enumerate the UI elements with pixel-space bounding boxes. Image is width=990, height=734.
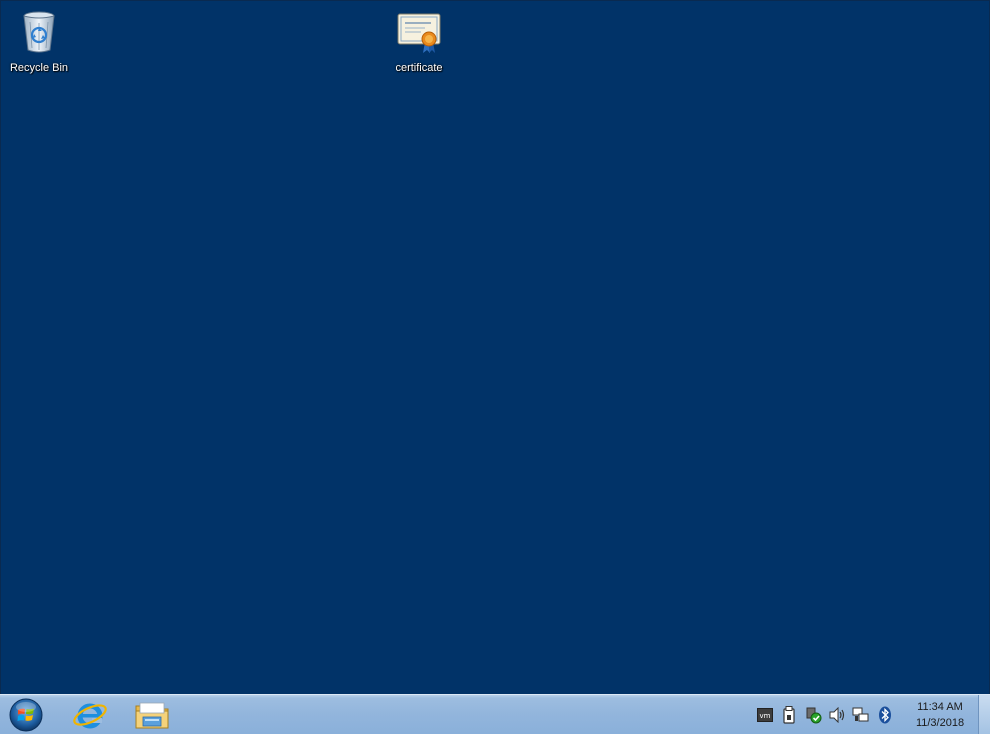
taskbar: vm 11:34 AM 11/3/2018 <box>0 694 990 734</box>
taskbar-pin-internet-explorer[interactable] <box>68 697 112 733</box>
clock-date: 11/3/2018 <box>915 717 965 729</box>
start-button[interactable] <box>8 698 44 732</box>
svg-text:vm: vm <box>760 712 771 720</box>
bluetooth-icon <box>879 706 891 724</box>
usb-device-icon <box>783 706 795 724</box>
system-tray: vm <box>755 695 895 734</box>
taskbar-clock[interactable]: 11:34 AM 11/3/2018 <box>906 699 974 731</box>
taskbar-pin-file-explorer[interactable] <box>130 697 174 733</box>
tray-item-network[interactable] <box>851 705 871 725</box>
windows-orb-icon <box>9 698 43 732</box>
tray-item-bluetooth[interactable] <box>875 705 895 725</box>
file-explorer-icon <box>135 702 169 729</box>
desktop-icon-certificate[interactable]: certificate <box>381 8 457 75</box>
tray-item-volume[interactable] <box>827 705 847 725</box>
certificate-icon <box>397 13 441 53</box>
desktop[interactable]: Recycle Bin certificate vm 11:34 AM 11/3… <box>0 0 990 734</box>
clock-time: 11:34 AM <box>917 701 963 713</box>
action-center-flag-icon <box>806 707 822 724</box>
tray-item-usb-device[interactable] <box>779 705 799 725</box>
recycle-bin-icon <box>23 11 55 53</box>
desktop-icon-label: certificate <box>395 62 443 74</box>
tray-item-vmware-tools[interactable]: vm <box>755 705 775 725</box>
network-icon <box>852 707 869 722</box>
desktop-icon-recycle-bin[interactable]: Recycle Bin <box>1 8 77 75</box>
tray-item-action-center[interactable] <box>803 705 823 725</box>
volume-icon <box>829 707 845 723</box>
show-desktop-button[interactable] <box>978 695 990 734</box>
screen-border <box>0 0 990 696</box>
desktop-icon-label: Recycle Bin <box>9 62 69 74</box>
vmware-tools-icon: vm <box>757 708 773 722</box>
internet-explorer-icon <box>73 703 107 729</box>
